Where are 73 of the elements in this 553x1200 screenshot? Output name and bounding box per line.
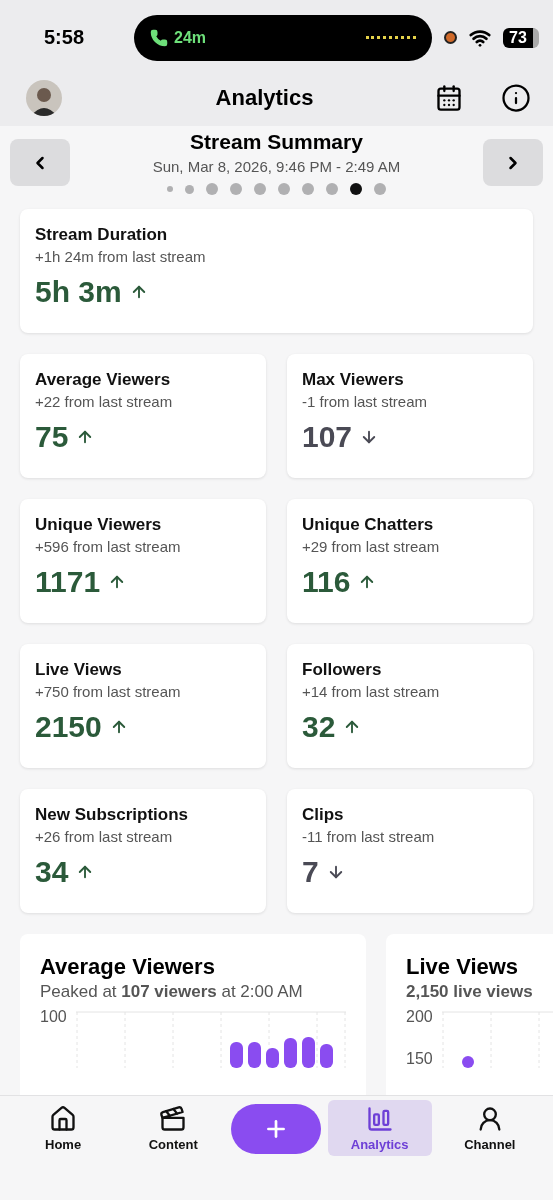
chart-bar xyxy=(302,1037,315,1068)
stat-change: +596 from last stream xyxy=(35,538,182,555)
stat-title: Live Views xyxy=(35,660,123,680)
stat-value: 32 xyxy=(302,710,336,744)
stat-title: Followers xyxy=(302,660,383,680)
date-range: Sun, Mar 8, 2026, 9:46 PM - 2:49 AM xyxy=(152,158,401,175)
page-dot[interactable] xyxy=(350,183,362,195)
page-dot[interactable] xyxy=(326,183,338,195)
calendar-icon[interactable] xyxy=(435,83,463,112)
audio-level-icon xyxy=(366,36,416,39)
avatar[interactable] xyxy=(26,79,62,116)
stat-value: 1171 xyxy=(35,565,101,599)
stat-value: 116 xyxy=(302,565,351,599)
phone-icon xyxy=(150,28,168,47)
info-icon[interactable] xyxy=(501,82,531,113)
chart-bar xyxy=(284,1038,297,1068)
stat-change: +29 from last stream xyxy=(302,538,441,555)
chart-bar xyxy=(266,1048,279,1068)
battery-level: 73 xyxy=(503,27,539,48)
stat-value: 34 xyxy=(35,855,69,889)
add-button[interactable] xyxy=(231,1104,322,1154)
page-dot[interactable] xyxy=(167,186,173,192)
tab-bar-item[interactable]: Channel xyxy=(437,1100,542,1156)
chart-title: Live Views xyxy=(406,954,520,980)
stat-change: -11 from last stream xyxy=(302,828,436,845)
stat-change: +1h 24m from last stream xyxy=(35,248,207,265)
recording-indicator-icon xyxy=(444,31,457,44)
page-dot[interactable] xyxy=(374,183,386,195)
stat-title: Average Viewers xyxy=(35,370,172,390)
stat-title: Unique Chatters xyxy=(302,515,435,535)
axis-tick: 200 xyxy=(406,1008,434,1026)
page-dot[interactable] xyxy=(302,183,314,195)
chart-point xyxy=(462,1056,474,1068)
axis-tick: 100 xyxy=(40,1008,68,1026)
stat-change: -1 from last stream xyxy=(302,393,429,410)
chart-subtitle: 2,150 live views xyxy=(406,982,534,1002)
chart-title: Average Viewers xyxy=(40,954,216,980)
home-icon xyxy=(49,1104,78,1133)
page-dot[interactable] xyxy=(185,184,194,194)
clapperboard-icon xyxy=(159,1104,188,1133)
next-button[interactable] xyxy=(483,139,543,186)
stat-title: New Subscriptions xyxy=(35,805,190,825)
previous-button[interactable] xyxy=(10,139,70,186)
page-dot[interactable] xyxy=(206,183,218,195)
stat-value: 2150 xyxy=(35,710,102,744)
stat-change: +750 from last stream xyxy=(35,683,182,700)
tab-bar-item[interactable]: Analytics xyxy=(327,1100,432,1156)
stat-value: 107 xyxy=(302,420,353,454)
stat-change: +26 from last stream xyxy=(35,828,174,845)
chart-bar xyxy=(230,1042,243,1068)
chart-bar xyxy=(320,1044,333,1068)
stat-change: +22 from last stream xyxy=(35,393,174,410)
bar-chart-icon xyxy=(365,1104,394,1133)
stat-title: Clips xyxy=(302,805,345,825)
stat-title: Max Viewers xyxy=(302,370,405,390)
tab-bar-item[interactable]: Home xyxy=(11,1100,116,1156)
page-dot[interactable] xyxy=(278,183,290,195)
stat-title: Stream Duration xyxy=(35,225,169,245)
stat-value: 5h 3m xyxy=(35,275,122,309)
summary-title: Stream Summary xyxy=(190,130,363,154)
chart-subtitle: Peaked at 107 viewers at 2:00 AM xyxy=(40,982,304,1002)
page-dot[interactable] xyxy=(254,183,266,195)
page-dot[interactable] xyxy=(230,183,242,195)
stat-value: 75 xyxy=(35,420,69,454)
axis-tick: 150 xyxy=(406,1050,434,1068)
page-title: Analytics xyxy=(214,84,315,111)
call-duration: 24m xyxy=(174,28,207,47)
stat-change: +14 from last stream xyxy=(302,683,441,700)
status-time: 5:58 xyxy=(44,26,86,49)
tab-bar-item[interactable]: Content xyxy=(121,1100,226,1156)
stat-value: 7 xyxy=(302,855,319,889)
chart-bar xyxy=(248,1042,261,1068)
stat-title: Unique Viewers xyxy=(35,515,163,535)
